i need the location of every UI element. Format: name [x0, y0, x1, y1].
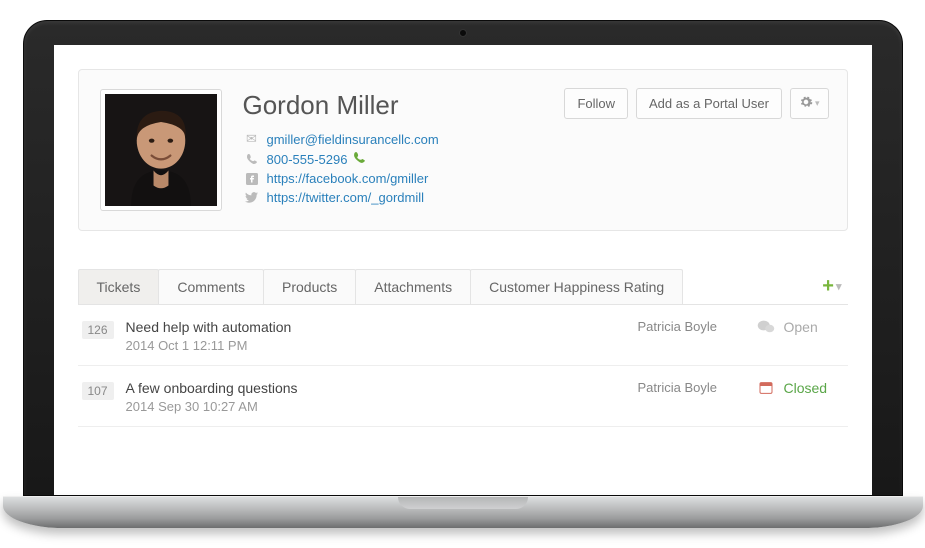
- ticket-id: 107: [82, 382, 114, 400]
- contact-twitter-row: https://twitter.com/_gordmill: [243, 190, 827, 205]
- contact-phone-row: 800-555-5296: [243, 151, 827, 167]
- twitter-icon: [243, 192, 261, 203]
- tab-attachments[interactable]: Attachments: [355, 269, 471, 304]
- laptop-base: [3, 496, 923, 528]
- tab-products[interactable]: Products: [263, 269, 356, 304]
- contact-facebook-row: https://facebook.com/gmiller: [243, 171, 827, 186]
- profile-card: Gordon Miller ✉ gmiller@fieldinsurancell…: [78, 69, 848, 231]
- ticket-date: 2014 Oct 1 12:11 PM: [126, 338, 638, 353]
- ticket-id: 126: [82, 321, 114, 339]
- call-icon[interactable]: [353, 151, 366, 167]
- avatar: [101, 90, 221, 210]
- add-tab-button[interactable]: +▾: [816, 269, 847, 304]
- facebook-icon: [243, 173, 261, 185]
- ticket-row[interactable]: 107 A few onboarding questions 2014 Sep 30…: [78, 366, 848, 427]
- settings-menu-button[interactable]: ▾: [790, 88, 829, 119]
- laptop-camera: [459, 29, 467, 37]
- add-portal-user-button[interactable]: Add as a Portal User: [636, 88, 782, 119]
- ticket-date: 2014 Sep 30 10:27 AM: [126, 399, 638, 414]
- plus-icon: +: [822, 275, 834, 298]
- tab-customer-happiness-rating[interactable]: Customer Happiness Rating: [470, 269, 683, 304]
- ticket-assignee: Patricia Boyle: [638, 380, 748, 395]
- contact-email-row: ✉ gmiller@fieldinsurancellc.com: [243, 131, 827, 147]
- follow-button[interactable]: Follow: [564, 88, 628, 119]
- ticket-title: Need help with automation: [126, 319, 638, 335]
- caret-down-icon: ▾: [815, 98, 820, 109]
- ticket-status: Open: [784, 319, 844, 335]
- gear-icon: [799, 95, 813, 112]
- phone-link[interactable]: 800-555-5296: [267, 152, 348, 167]
- ticket-list: 126 Need help with automation 2014 Oct 1 1…: [78, 305, 848, 427]
- caret-down-icon: ▾: [836, 280, 842, 293]
- phone-icon: [243, 153, 261, 165]
- email-icon: ✉: [243, 131, 261, 147]
- comment-icon: [748, 319, 784, 340]
- email-link[interactable]: gmiller@fieldinsurancellc.com: [267, 132, 439, 147]
- tab-comments[interactable]: Comments: [158, 269, 264, 304]
- priority-icon: [748, 380, 784, 401]
- ticket-status: Closed: [784, 380, 844, 396]
- ticket-assignee: Patricia Boyle: [638, 319, 748, 334]
- ticket-title: A few onboarding questions: [126, 380, 638, 396]
- twitter-link[interactable]: https://twitter.com/_gordmill: [267, 190, 425, 205]
- facebook-link[interactable]: https://facebook.com/gmiller: [267, 171, 429, 186]
- tab-tickets[interactable]: Tickets: [78, 269, 160, 304]
- ticket-row[interactable]: 126 Need help with automation 2014 Oct 1 1…: [78, 305, 848, 366]
- tabs: TicketsCommentsProductsAttachmentsCustom…: [78, 269, 848, 305]
